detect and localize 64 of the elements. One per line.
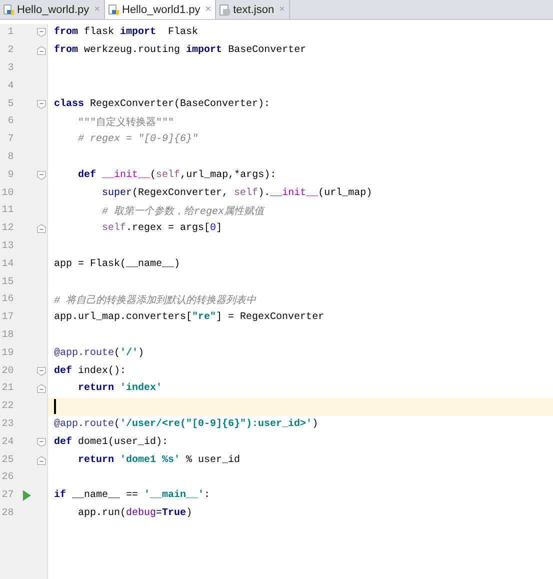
line-number: 10 [0, 188, 14, 199]
line-number: 8 [6, 152, 14, 163]
line-number: 4 [6, 80, 14, 92]
json-file-icon [219, 4, 232, 16]
line-number: 21 [0, 383, 14, 394]
line-number: 6 [6, 116, 14, 128]
code-line: app.url_map.converters["re"] = RegexConverter [54, 312, 324, 324]
line-number: 26 [0, 472, 14, 484]
line-number: 25 [0, 454, 14, 466]
code-line: def __init__(self,url_map,*args): [77, 170, 276, 181]
code-line: @app.route('/user/<re("[0-9]{6}"):user_id>') [54, 418, 318, 430]
line-number: 17 [0, 312, 14, 324]
line-number: 13 [0, 240, 14, 252]
fold-icon[interactable] [37, 384, 46, 394]
line-number: 14 [0, 258, 14, 270]
line-number: 16 [0, 294, 14, 306]
code-line: if __name__ == '__main__': [54, 490, 210, 502]
code-line: return 'index' [77, 383, 162, 394]
fold-icon[interactable] [37, 456, 46, 465]
line-number: 28 [0, 508, 14, 519]
fold-icon[interactable] [37, 46, 46, 56]
code-line: """自定义转换器""" [77, 116, 174, 129]
code-line: def index(): [54, 366, 126, 377]
python-file-icon [108, 4, 120, 16]
line-number: 5 [6, 98, 14, 110]
line-number: 7 [6, 134, 14, 146]
line-number: 23 [0, 418, 14, 430]
code-line: from werkzeug.routing import BaseConverter [54, 45, 306, 56]
python-file-icon [3, 4, 15, 16]
fold-icon[interactable] [37, 438, 46, 447]
code-line: def dome1(user_id): [54, 436, 168, 448]
code-line: app = Flask(__name__) [54, 258, 180, 270]
line-number: 19 [0, 348, 14, 359]
code-line: # regex = "[0-9]{6}" [77, 134, 198, 146]
run-icon[interactable] [22, 490, 31, 502]
code-line: super(RegexConverter, self).__init__(url_map) [101, 188, 372, 199]
code-line: # 将自己的转换器添加到默认的转换器列表中 [54, 294, 256, 307]
line-number: 12 [0, 223, 14, 234]
fold-icon[interactable] [37, 28, 46, 38]
code-line: # 取第一个参数，给regex属性赋值 [101, 204, 264, 218]
line-number: 2 [6, 45, 14, 56]
code-line: @app.route('/') [54, 348, 144, 359]
line-number: 20 [0, 366, 14, 377]
line-number: 1 [6, 27, 14, 38]
line-number: 22 [0, 401, 14, 412]
line-number: 27 [0, 490, 14, 502]
line-number: 11 [0, 205, 14, 216]
line-number: 18 [0, 330, 14, 341]
code-line: class RegexConverter(BaseConverter): [54, 98, 270, 110]
file-tab[interactable]: Hello_world1.py × [105, 0, 216, 19]
code-line: return 'dome1 %s' % user_id [77, 454, 240, 466]
line-number: 3 [6, 62, 14, 74]
file-tab[interactable]: text.json × [216, 0, 290, 19]
code-line: app.run(debug=True) [77, 508, 192, 519]
line-number: 24 [0, 436, 14, 448]
fold-icon[interactable] [37, 170, 46, 180]
line-number: 9 [6, 170, 14, 181]
code-line: self.regex = args[0] [101, 223, 222, 234]
fold-icon[interactable] [37, 224, 46, 234]
text-caret [54, 399, 56, 414]
fold-icon[interactable] [37, 100, 46, 109]
line-number: 15 [0, 276, 14, 288]
code-line: from flask import Flask [54, 27, 198, 38]
fold-icon[interactable] [37, 366, 46, 376]
